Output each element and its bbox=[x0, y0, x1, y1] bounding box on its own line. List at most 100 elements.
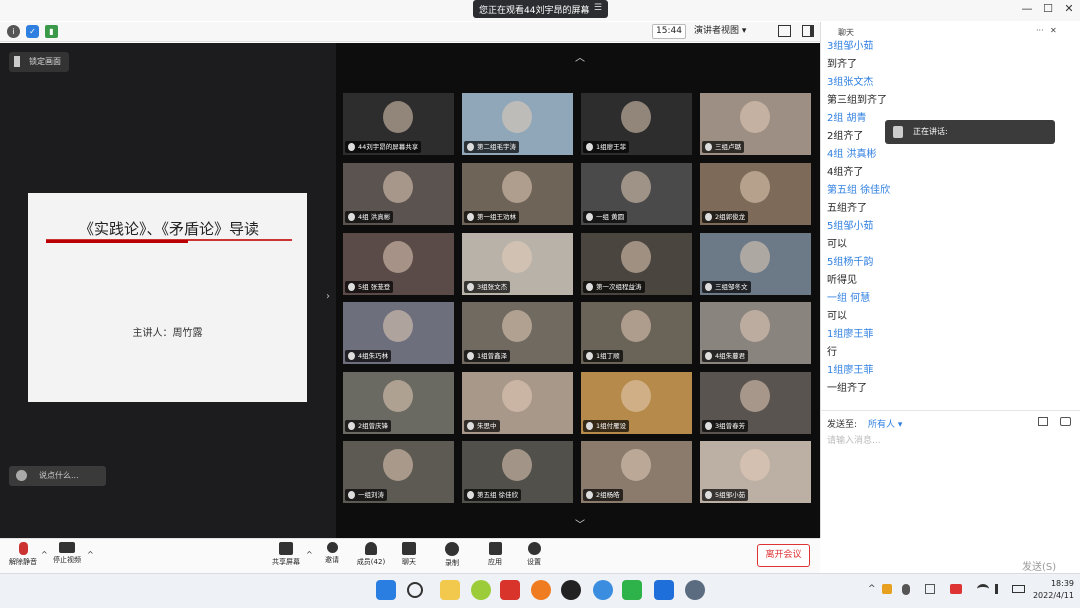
chat-message: 五组齐了 bbox=[827, 203, 867, 214]
participant-label: 4组 洪真彬 bbox=[358, 213, 391, 221]
panel-toggle-icon[interactable] bbox=[802, 25, 814, 37]
video-tile[interactable]: 1组廖王菲 bbox=[581, 93, 692, 155]
participant-name: 2组杨皓 bbox=[583, 489, 623, 501]
video-tile[interactable]: 2组曾庆锋 bbox=[343, 372, 454, 434]
participant-label: 4组朱蔓君 bbox=[715, 352, 746, 360]
mic-icon bbox=[705, 213, 712, 221]
tray-mic-icon[interactable] bbox=[902, 584, 910, 595]
leave-meeting-button[interactable]: 离开会议 bbox=[757, 544, 810, 567]
participant-avatar bbox=[621, 241, 651, 273]
speaker-view-button[interactable]: 演讲者视图 ▾ bbox=[694, 24, 768, 39]
participant-label: 2组郭俊龙 bbox=[715, 213, 746, 221]
screenshot-icon[interactable] bbox=[1060, 417, 1071, 426]
fullscreen-icon[interactable] bbox=[778, 25, 791, 37]
chevron-up-icon[interactable]: ^ bbox=[87, 550, 94, 559]
video-tile[interactable]: 一组 黄圆 bbox=[581, 163, 692, 225]
search-icon[interactable] bbox=[407, 582, 423, 598]
participant-label: 2组杨皓 bbox=[596, 491, 620, 499]
video-tile[interactable]: 三组卢璐 bbox=[700, 93, 811, 155]
share-banner[interactable]: 您正在观看44刘宇昂的屏幕 ☰ bbox=[473, 0, 608, 18]
video-tile[interactable]: 三组邹冬文 bbox=[700, 233, 811, 295]
video-tile[interactable]: 第二组毛宇涛 bbox=[462, 93, 573, 155]
speaking-indicator: 正在讲话: bbox=[885, 120, 1055, 144]
windows-start-icon[interactable] bbox=[376, 580, 396, 600]
video-tile[interactable]: 第五组 徐佳欣 bbox=[462, 441, 573, 503]
participant-name: 一组 黄圆 bbox=[583, 211, 628, 223]
invite-button[interactable]: 邀请 bbox=[314, 542, 350, 572]
tray-app-red-icon[interactable] bbox=[950, 584, 962, 594]
maximize-button[interactable]: ☐ bbox=[1039, 2, 1057, 18]
file-icon[interactable] bbox=[1038, 417, 1048, 426]
volume-icon[interactable] bbox=[995, 584, 1005, 594]
chat-icon bbox=[402, 542, 416, 555]
video-tile[interactable]: 44刘宇昂的屏幕共享 bbox=[343, 93, 454, 155]
share-screen-button[interactable]: 共享屏幕 bbox=[268, 542, 304, 572]
file-explorer-icon[interactable] bbox=[440, 580, 460, 600]
chevron-right-icon[interactable]: › bbox=[326, 291, 334, 303]
video-tile[interactable]: 第一次组程益涛 bbox=[581, 233, 692, 295]
battery-icon[interactable] bbox=[1012, 585, 1025, 593]
mic-icon bbox=[586, 143, 593, 151]
stop-video-button[interactable]: 停止视频 bbox=[49, 542, 85, 572]
video-tile[interactable]: 朱思中 bbox=[462, 372, 573, 434]
video-tile[interactable]: 4组 洪真彬 bbox=[343, 163, 454, 225]
app-icon[interactable] bbox=[531, 580, 551, 600]
signal-icon[interactable]: ▮ bbox=[45, 25, 58, 38]
chat-input[interactable]: 请输入消息... bbox=[827, 433, 1067, 543]
video-tile[interactable]: 一组刘涛 bbox=[343, 441, 454, 503]
send-to-select[interactable]: 所有人 ▾ bbox=[868, 417, 902, 430]
members-button[interactable]: 成员(42) bbox=[353, 542, 389, 572]
participant-label: 三组卢璐 bbox=[715, 143, 741, 151]
video-tile[interactable]: 5组邹小茹 bbox=[700, 441, 811, 503]
browser-icon[interactable] bbox=[471, 580, 491, 600]
mic-icon bbox=[586, 352, 593, 360]
video-tile[interactable]: 第一组王劝林 bbox=[462, 163, 573, 225]
minimize-button[interactable]: — bbox=[1018, 2, 1036, 18]
wifi-icon[interactable] bbox=[977, 584, 989, 594]
chat-close-icon[interactable]: ✕ bbox=[1050, 26, 1057, 35]
qq-icon[interactable] bbox=[561, 580, 581, 600]
record-button[interactable]: 录制 bbox=[434, 542, 470, 572]
participant-name: 44刘宇昂的屏幕共享 bbox=[345, 141, 422, 153]
video-tile[interactable]: 2组杨皓 bbox=[581, 441, 692, 503]
video-tile[interactable]: 3组曾春芳 bbox=[700, 372, 811, 434]
emoji-icon[interactable] bbox=[16, 470, 27, 481]
mic-icon bbox=[348, 283, 355, 291]
app-icon-blue[interactable] bbox=[593, 580, 613, 600]
tray-app-icon[interactable] bbox=[882, 584, 892, 594]
tray-ime-icon[interactable] bbox=[925, 584, 935, 594]
info-icon[interactable]: i bbox=[7, 25, 20, 38]
participant-name: 第一次组程益涛 bbox=[583, 281, 645, 293]
wps-icon[interactable] bbox=[500, 580, 520, 600]
wechat-icon[interactable] bbox=[622, 580, 642, 600]
video-tile[interactable]: 4组朱蔓君 bbox=[700, 302, 811, 364]
chevron-up-icon[interactable]: ^ bbox=[41, 550, 48, 559]
video-tile[interactable]: 5组 张茏登 bbox=[343, 233, 454, 295]
video-tile[interactable]: 1组曾鑫泽 bbox=[462, 302, 573, 364]
tray-chevron-icon[interactable]: ^ bbox=[868, 584, 876, 594]
chevron-up-icon[interactable]: ^ bbox=[306, 550, 313, 559]
chat-more-icon[interactable]: ··· bbox=[1036, 26, 1044, 35]
video-tile[interactable]: 2组郭俊龙 bbox=[700, 163, 811, 225]
video-tile[interactable]: 4组朱巧林 bbox=[343, 302, 454, 364]
participant-label: 1组曾鑫泽 bbox=[477, 352, 508, 360]
unmute-button[interactable]: 解除静音 bbox=[5, 542, 41, 572]
meeting-app-icon[interactable] bbox=[654, 580, 674, 600]
apps-button[interactable]: 应用 bbox=[477, 542, 513, 572]
close-button[interactable]: ✕ bbox=[1060, 2, 1078, 18]
settings-button[interactable]: 设置 bbox=[516, 542, 552, 572]
banner-menu-icon[interactable]: ☰ bbox=[594, 3, 602, 13]
chevron-up-icon[interactable]: ︿ bbox=[570, 49, 590, 64]
speaking-label: 正在讲话: bbox=[913, 127, 948, 136]
chevron-down-icon[interactable]: ﹀ bbox=[570, 516, 590, 531]
tray-clock[interactable]: 18:39 2022/4/11 bbox=[1030, 578, 1074, 602]
chat-button[interactable]: 聊天 bbox=[391, 542, 427, 572]
chat-sender: 2组 胡青 bbox=[827, 113, 867, 124]
send-button[interactable]: 发送(S) bbox=[1022, 558, 1056, 573]
participant-name: 2组郭俊龙 bbox=[702, 211, 749, 223]
video-tile[interactable]: 1组丁顺 bbox=[581, 302, 692, 364]
shield-icon[interactable]: ✓ bbox=[26, 25, 39, 38]
settings-app-icon[interactable] bbox=[685, 580, 705, 600]
video-tile[interactable]: 3组张文杰 bbox=[462, 233, 573, 295]
video-tile[interactable]: 1组付雁设 bbox=[581, 372, 692, 434]
